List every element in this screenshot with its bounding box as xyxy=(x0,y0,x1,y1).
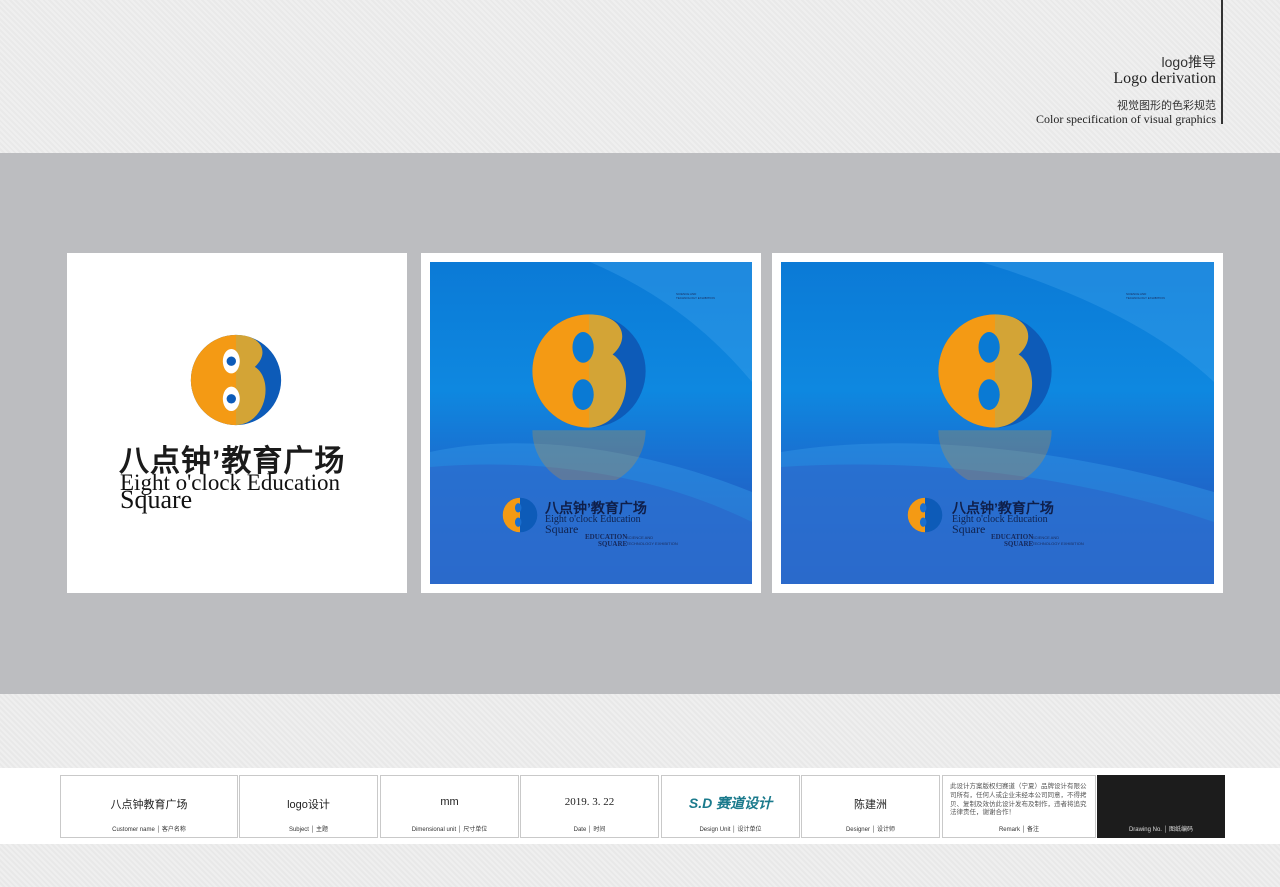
subject-label: Subject │ 主题 xyxy=(288,827,329,833)
blue-mockup-wide-background: SCIENCE AND TECHNOLOGY EXHIBITION 八点钟’教育… xyxy=(781,262,1214,584)
design-unit-label: Design Unit │ 设计单位 xyxy=(699,827,762,833)
tag-small-line1: SCIENCE AND xyxy=(626,535,654,540)
tag-small-line2: TECHNOLOGY EXHIBITION xyxy=(626,541,678,546)
drawing-number-label: Drawing No. │ 图纸编码 xyxy=(1128,827,1194,833)
header-subtitle-cn: 视觉图形的色彩规范 xyxy=(1117,100,1216,112)
subject-value: logo设计 xyxy=(287,799,330,811)
customer-cell: 八点钟教育广场 Customer name │ 客户名称 xyxy=(60,775,238,838)
small-logo-icon xyxy=(502,497,538,533)
remark-text: 此设计方案版权归赛道（宁夏）品牌设计有限公司所有，任何人或企业未经本公司同意，不… xyxy=(950,783,1087,817)
designer-cell: 陈建洲 Designer │ 设计师 xyxy=(801,775,940,838)
brand-logo-icon xyxy=(938,314,1052,428)
header-title-cn: logo推导 xyxy=(1161,54,1216,70)
logo-reflection-icon xyxy=(532,430,646,480)
unit-label: Dimensional unit │ 尺寸单位 xyxy=(411,827,488,833)
unit-cell: mm Dimensional unit │ 尺寸单位 xyxy=(380,775,519,838)
logo-white-panel: 八点钟’教育广场 Eight o'clock Education Square xyxy=(67,253,407,593)
brand-logo-icon xyxy=(190,334,282,426)
brand-logo-icon xyxy=(532,314,646,428)
header-divider-line xyxy=(1221,0,1223,124)
corner-tag-line2: TECHNOLOGY EXHIBITION xyxy=(1126,296,1165,300)
drawing-number-cell: Drawing No. │ 图纸编码 xyxy=(1097,775,1225,838)
tag-square: SQUARE xyxy=(598,540,628,548)
unit-value: mm xyxy=(440,796,459,808)
logo-reflection-icon xyxy=(938,430,1052,480)
tag-small-line1: SCIENCE AND xyxy=(1032,535,1060,540)
remark-label: Remark │ 备注 xyxy=(998,827,1040,833)
blue-mockup-wide-panel: SCIENCE AND TECHNOLOGY EXHIBITION 八点钟’教育… xyxy=(772,253,1223,593)
header-title-en: Logo derivation xyxy=(1113,70,1216,87)
customer-label: Customer name │ 客户名称 xyxy=(112,827,186,833)
small-logo-icon xyxy=(907,497,943,533)
design-unit-cell: S.D 赛道设计 Design Unit │ 设计单位 xyxy=(661,775,800,838)
brand-name-en-line2: Square xyxy=(120,485,193,514)
tag-small-line2: TECHNOLOGY EXHIBITION xyxy=(1032,541,1084,546)
paper-top-area xyxy=(0,0,1280,153)
designer-value: 陈建洲 xyxy=(854,799,887,811)
customer-value: 八点钟教育广场 xyxy=(110,799,188,811)
blue-mockup-square-panel: SCIENCE AND TECHNOLOGY EXHIBITION 八点钟’教育… xyxy=(421,253,761,593)
corner-tag-line2: TECHNOLOGY EXHIBITION xyxy=(676,296,715,300)
designer-label: Designer │ 设计师 xyxy=(845,827,896,833)
tag-square: SQUARE xyxy=(1004,540,1034,548)
design-unit-logo: S.D 赛道设计 xyxy=(688,795,773,811)
date-cell: 2019. 3. 22 Date │ 时间 xyxy=(520,775,659,838)
remark-cell: 此设计方案版权归赛道（宁夏）品牌设计有限公司所有，任何人或企业未经本公司同意，不… xyxy=(942,775,1096,838)
small-brand-name-en-line2: Square xyxy=(545,522,579,536)
date-value: 2019. 3. 22 xyxy=(564,796,615,808)
blue-mockup-square-background: SCIENCE AND TECHNOLOGY EXHIBITION 八点钟’教育… xyxy=(430,262,752,584)
date-label: Date │ 时间 xyxy=(573,827,606,833)
header-subtitle-en: Color specification of visual graphics xyxy=(1036,112,1216,126)
small-brand-name-en-line2: Square xyxy=(952,522,986,536)
subject-cell: logo设计 Subject │ 主题 xyxy=(239,775,378,838)
